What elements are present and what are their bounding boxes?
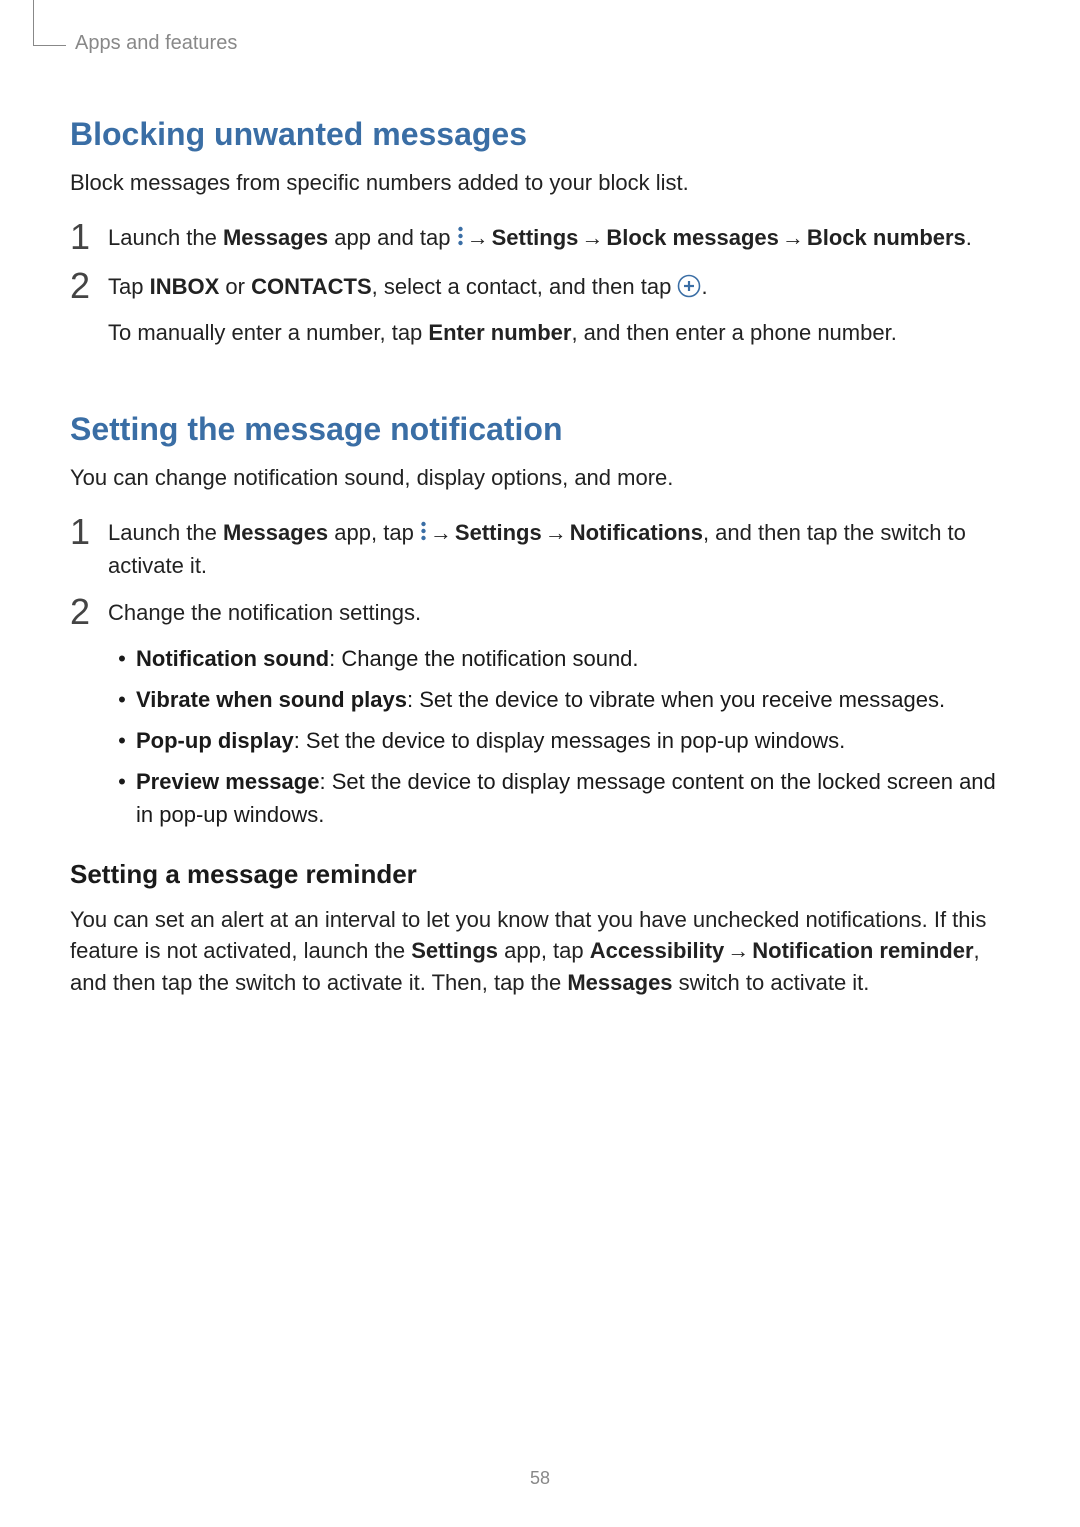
bullet-desc: : Set the device to vibrate when you rec… bbox=[407, 687, 945, 712]
app-name: Messages bbox=[223, 520, 328, 545]
text: . bbox=[966, 225, 972, 250]
list-item: • Preview message: Set the device to dis… bbox=[108, 765, 1010, 831]
text: Launch the bbox=[108, 225, 223, 250]
text: switch to activate it. bbox=[673, 970, 870, 995]
arrow: → bbox=[427, 516, 455, 549]
block-numbers-label: Block numbers bbox=[807, 225, 966, 250]
text: or bbox=[219, 274, 251, 299]
step-body: Launch the Messages app, tap → Settings … bbox=[108, 512, 1010, 582]
text: . bbox=[701, 274, 707, 299]
bullet-label: Pop-up display bbox=[136, 728, 294, 753]
contacts-label: CONTACTS bbox=[251, 274, 372, 299]
step-2-blocking: 2 Tap INBOX or CONTACTS, select a contac… bbox=[70, 266, 1010, 306]
bullet-desc: : Set the device to display messages in … bbox=[294, 728, 846, 753]
page-number: 58 bbox=[0, 1468, 1080, 1489]
list-item: • Vibrate when sound plays: Set the devi… bbox=[108, 683, 1010, 716]
bullet-icon: • bbox=[108, 724, 136, 757]
bullet-text: Preview message: Set the device to displ… bbox=[136, 765, 1010, 831]
block-messages-label: Block messages bbox=[606, 225, 778, 250]
bullet-icon: • bbox=[108, 642, 136, 675]
heading-setting-message-reminder: Setting a message reminder bbox=[70, 859, 1010, 890]
text: app, tap bbox=[328, 520, 420, 545]
bullet-label: Vibrate when sound plays bbox=[136, 687, 407, 712]
bullet-label: Preview message bbox=[136, 769, 319, 794]
page-content: Blocking unwanted messages Block message… bbox=[70, 100, 1010, 1017]
step-body: Change the notification settings. bbox=[108, 592, 421, 629]
text: Tap bbox=[108, 274, 150, 299]
notifications-label: Notifications bbox=[570, 520, 703, 545]
step-number: 1 bbox=[70, 217, 108, 257]
bullet-text: Vibrate when sound plays: Set the device… bbox=[136, 683, 945, 716]
bullet-desc: : Change the notification sound. bbox=[329, 646, 638, 671]
intro-blocking: Block messages from specific numbers add… bbox=[70, 167, 1010, 199]
breadcrumb: Apps and features bbox=[75, 32, 237, 55]
app-name: Messages bbox=[223, 225, 328, 250]
text: , and then enter a phone number. bbox=[571, 320, 896, 345]
step-1-notification: 1 Launch the Messages app, tap → Setting… bbox=[70, 512, 1010, 582]
step-2-sub: To manually enter a number, tap Enter nu… bbox=[108, 316, 1010, 349]
step-2-notification: 2 Change the notification settings. bbox=[70, 592, 1010, 632]
bullet-label: Notification sound bbox=[136, 646, 329, 671]
arrow: → bbox=[542, 516, 570, 549]
inbox-label: INBOX bbox=[150, 274, 220, 299]
step-body: Launch the Messages app and tap → Settin… bbox=[108, 217, 972, 254]
text: , select a contact, and then tap bbox=[372, 274, 678, 299]
list-item: • Pop-up display: Set the device to disp… bbox=[108, 724, 1010, 757]
arrow: → bbox=[578, 221, 606, 254]
text: Launch the bbox=[108, 520, 223, 545]
list-item: • Notification sound: Change the notific… bbox=[108, 642, 1010, 675]
bullet-text: Notification sound: Change the notificat… bbox=[136, 642, 639, 675]
bullet-icon: • bbox=[108, 683, 136, 716]
more-options-icon bbox=[420, 520, 427, 542]
add-icon bbox=[677, 274, 701, 298]
arrow: → bbox=[464, 221, 492, 254]
page-header-ornament bbox=[33, 0, 66, 46]
arrow: → bbox=[779, 221, 807, 254]
more-options-icon bbox=[457, 225, 464, 247]
arrow: → bbox=[724, 935, 752, 967]
step-number: 2 bbox=[70, 266, 108, 306]
step-1-blocking: 1 Launch the Messages app and tap → Sett… bbox=[70, 217, 1010, 257]
accessibility-label: Accessibility bbox=[590, 938, 725, 963]
settings-app-label: Settings bbox=[411, 938, 498, 963]
settings-label: Settings bbox=[492, 225, 579, 250]
step-body: Tap INBOX or CONTACTS, select a contact,… bbox=[108, 266, 708, 303]
text: To manually enter a number, tap bbox=[108, 320, 428, 345]
notification-reminder-label: Notification reminder bbox=[752, 938, 973, 963]
step-number: 1 bbox=[70, 512, 108, 552]
step-number: 2 bbox=[70, 592, 108, 632]
bullet-icon: • bbox=[108, 765, 136, 798]
messages-label: Messages bbox=[567, 970, 672, 995]
bullet-text: Pop-up display: Set the device to displa… bbox=[136, 724, 845, 757]
settings-label: Settings bbox=[455, 520, 542, 545]
intro-notification: You can change notification sound, displ… bbox=[70, 462, 1010, 494]
reminder-paragraph: You can set an alert at an interval to l… bbox=[70, 904, 1010, 1000]
heading-setting-message-notification: Setting the message notification bbox=[70, 411, 1010, 448]
enter-number-label: Enter number bbox=[428, 320, 571, 345]
text: app, tap bbox=[498, 938, 590, 963]
text: app and tap bbox=[328, 225, 456, 250]
bullet-list: • Notification sound: Change the notific… bbox=[108, 642, 1010, 831]
heading-blocking-unwanted-messages: Blocking unwanted messages bbox=[70, 116, 1010, 153]
